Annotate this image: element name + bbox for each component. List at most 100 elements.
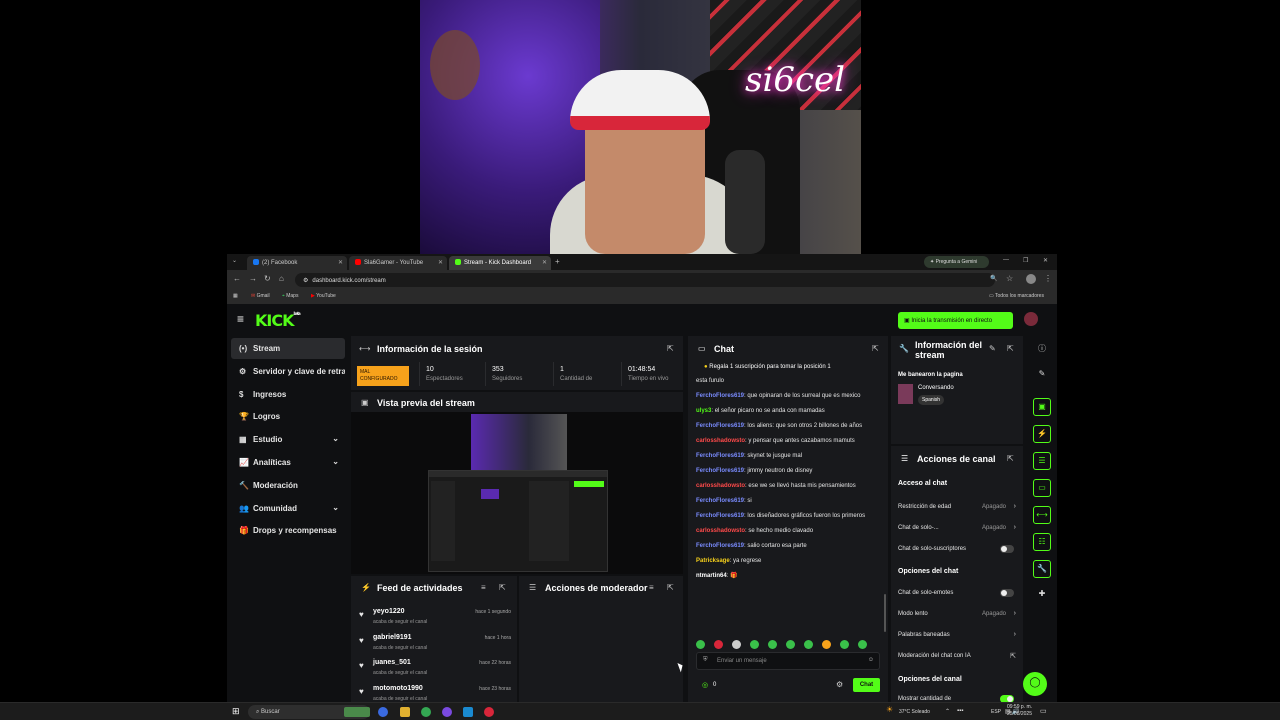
popout-icon[interactable]: ⇱ xyxy=(667,583,674,592)
chat-username[interactable]: carlosshadowsto xyxy=(696,438,745,444)
edit-icon[interactable]: ✎ xyxy=(1033,366,1051,384)
feed-item[interactable]: ♥ yeyo1220 hace 1 segundo acaba de seguir e… xyxy=(359,606,511,631)
kick-logo[interactable]: KICKbeta xyxy=(255,311,301,330)
send-chat-button[interactable]: Chat xyxy=(853,678,880,692)
maximize-icon[interactable]: ❐ xyxy=(1023,257,1028,264)
channel-action-row[interactable]: Palabras baneadas › xyxy=(898,631,1018,646)
sidebar-item[interactable]: $ Ingresos xyxy=(231,384,345,405)
chevron-down-icon[interactable]: ⌄ xyxy=(332,457,339,466)
chat-toggle-icon[interactable]: ▭ xyxy=(1033,479,1051,497)
app-icon[interactable] xyxy=(463,707,473,717)
chat-username[interactable]: FerchoFlores619 xyxy=(696,498,744,504)
emote-icon[interactable] xyxy=(714,640,723,649)
info-icon[interactable]: ⓘ xyxy=(1033,340,1051,358)
close-icon[interactable]: ✕ xyxy=(438,259,443,266)
bookmark-youtube[interactable]: ▶ YouTube xyxy=(311,293,336,299)
chat-scrollbar[interactable] xyxy=(884,594,886,632)
chat-message[interactable]: esta furulo xyxy=(696,376,882,386)
popout-icon[interactable]: ⇱ xyxy=(1007,344,1014,353)
sidebar-item[interactable]: 📈 Analíticas ⌄ xyxy=(231,452,345,473)
chat-message[interactable]: FerchoFlores619: que opinaran de los sur… xyxy=(696,391,882,401)
sidebar-item[interactable]: 🔨 Moderación xyxy=(231,475,345,496)
emote-icon[interactable] xyxy=(840,640,849,649)
feed-item[interactable]: ♥ motomoto1990 hace 23 horas acaba de segui… xyxy=(359,683,511,703)
apps-icon[interactable]: ▦ xyxy=(233,293,238,299)
chat-message[interactable]: carlosshadowsto: y pensar que antes caza… xyxy=(696,436,882,446)
toggle-switch[interactable] xyxy=(1000,589,1014,597)
chrome-icon[interactable] xyxy=(421,707,431,717)
emote-icon[interactable] xyxy=(786,640,795,649)
chat-message-input[interactable]: ⛨ Enviar un mensaje ☺ xyxy=(696,652,880,670)
sidebar-item[interactable]: 🎁 Drops y recompensas xyxy=(231,520,345,541)
chat-message[interactable]: FerchoFlores619: los diseñadores gráfico… xyxy=(696,511,882,521)
toggle-switch[interactable] xyxy=(1000,545,1014,553)
emote-icon[interactable] xyxy=(822,640,831,649)
feed-item[interactable]: ♥ juanes_501 hace 22 horas acaba de seguir … xyxy=(359,657,511,682)
chat-username[interactable]: ulys3 xyxy=(696,408,711,414)
toggle-switch[interactable] xyxy=(1000,695,1014,702)
back-icon[interactable]: ← xyxy=(233,274,241,283)
chat-message[interactable]: Patricksage: ya regrese xyxy=(696,556,882,566)
windows-start-icon[interactable]: ⊞ xyxy=(232,706,240,717)
chevron-down-icon[interactable]: ⌄ xyxy=(332,503,339,512)
chat-username[interactable]: Patricksage xyxy=(696,558,730,564)
feed-item[interactable]: ♥ gabriel9191 hace 1 hora acaba de seguir e… xyxy=(359,632,511,657)
tray-chevron-icon[interactable]: ⌃ xyxy=(945,708,950,715)
sidebar-item[interactable]: 🏆 Logros xyxy=(231,406,345,427)
popout-icon[interactable]: ⇱ xyxy=(872,344,879,353)
close-icon[interactable]: ✕ xyxy=(542,259,547,266)
menu-icon[interactable]: ⋮ xyxy=(1044,274,1052,283)
go-live-button[interactable]: ▣ Inicia la transmisión en directo xyxy=(898,312,1013,329)
chat-message[interactable]: FerchoFlores619: si xyxy=(696,496,882,506)
add-widget-icon[interactable]: ✚ xyxy=(1033,586,1051,604)
chat-message[interactable]: ulys3: el señor picaro no se anda con ma… xyxy=(696,406,882,416)
all-bookmarks[interactable]: ▭ Todos los marcadores xyxy=(989,293,1044,299)
channel-action-row[interactable]: Modo lento Apagado › xyxy=(898,610,1018,625)
pinned-message[interactable]: ● Regala 1 suscripción para tomar la pos… xyxy=(704,364,882,370)
list-toggle-icon[interactable]: ☰ xyxy=(1033,452,1051,470)
tray-icon[interactable]: ▪▪▪ xyxy=(957,708,963,714)
channel-action-row[interactable]: Chat de solo-suscriptores xyxy=(898,545,1018,560)
weather-text[interactable]: 37°C Soleado xyxy=(899,709,930,715)
chat-message[interactable]: FerchoFlores619: skynet te jusgue mal xyxy=(696,451,882,461)
user-avatar[interactable] xyxy=(1024,312,1038,326)
forward-icon[interactable]: → xyxy=(249,274,257,283)
chat-username[interactable]: FerchoFlores619 xyxy=(696,513,744,519)
home-icon[interactable]: ⌂ xyxy=(279,274,284,283)
support-chat-icon[interactable]: ◯ xyxy=(1023,672,1047,696)
lightning-toggle-icon[interactable]: ⚡ xyxy=(1033,425,1051,443)
app-icon[interactable] xyxy=(484,707,494,717)
emote-icon[interactable] xyxy=(804,640,813,649)
filter-icon[interactable]: ≡ xyxy=(481,583,486,592)
chat-username[interactable]: FerchoFlores619 xyxy=(696,543,744,549)
preview-screen[interactable] xyxy=(428,470,608,572)
edit-icon[interactable]: ✎ xyxy=(989,344,996,353)
bookmark-star-icon[interactable]: ☆ xyxy=(1006,274,1013,283)
gemini-button[interactable]: ✦ Pregunta a Gemini xyxy=(924,256,989,268)
preview-toggle-icon[interactable]: ▣ xyxy=(1033,398,1051,416)
chat-username[interactable]: FerchoFlores619 xyxy=(696,423,744,429)
emote-icon[interactable] xyxy=(732,640,741,649)
emote-icon[interactable] xyxy=(858,640,867,649)
wrench-toggle-icon[interactable]: 🔧 xyxy=(1033,560,1051,578)
chat-message[interactable]: FerchoFlores619: los aliens: que son otr… xyxy=(696,421,882,431)
profile-avatar[interactable] xyxy=(1026,274,1036,284)
app-icon[interactable] xyxy=(442,707,452,717)
file-explorer-icon[interactable] xyxy=(400,707,410,717)
filter-icon[interactable]: ≡ xyxy=(649,583,654,592)
bookmark-gmail[interactable]: ✉ Gmail xyxy=(251,293,270,299)
actions-toggle-icon[interactable]: ☷ xyxy=(1033,533,1051,551)
reload-icon[interactable]: ↻ xyxy=(264,274,271,283)
chat-username[interactable]: ntmartin64 xyxy=(696,573,727,579)
taskbar-widget-icon[interactable] xyxy=(344,707,370,717)
minimize-icon[interactable]: — xyxy=(1003,257,1009,263)
close-icon[interactable]: ✕ xyxy=(338,259,343,266)
emote-icon[interactable] xyxy=(750,640,759,649)
url-input[interactable]: ⚙ dashboard.kick.com/stream xyxy=(295,273,995,287)
sidebar-item[interactable]: (•) Stream xyxy=(231,338,345,359)
channel-action-row[interactable]: Chat de solo-... Apagado › xyxy=(898,524,1018,539)
chat-message[interactable]: FerchoFlores619: salio cortaro esa parte xyxy=(696,541,882,551)
chat-username[interactable]: FerchoFlores619 xyxy=(696,453,744,459)
channel-action-row[interactable]: Restricción de edad Apagado › xyxy=(898,503,1018,518)
copilot-icon[interactable] xyxy=(378,707,388,717)
